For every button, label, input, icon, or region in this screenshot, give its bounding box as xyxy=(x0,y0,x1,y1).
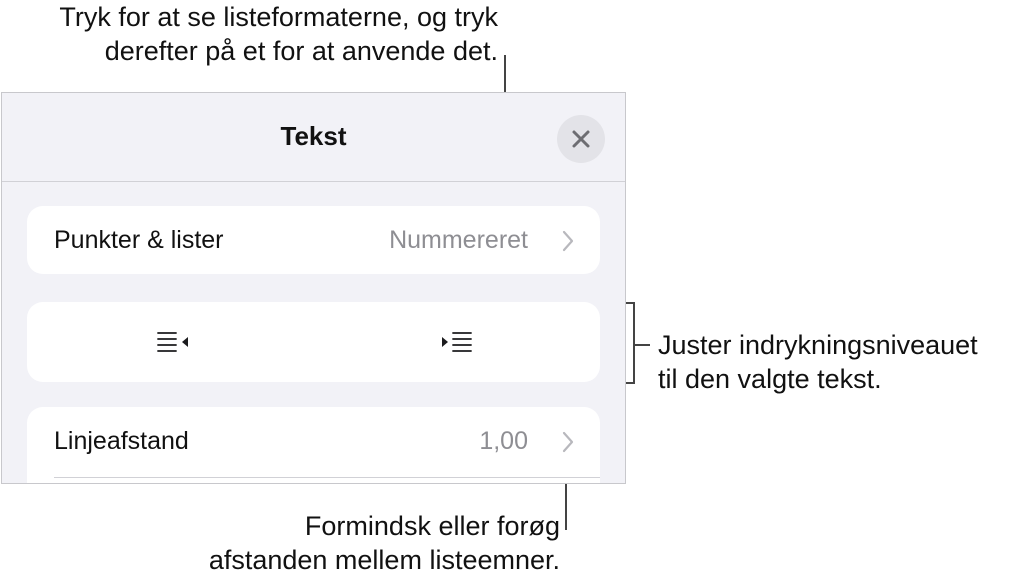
decrease-indent-icon xyxy=(157,332,188,352)
row-divider xyxy=(54,477,600,478)
callout-bracket xyxy=(635,344,650,346)
increase-indent-icon xyxy=(442,332,472,352)
callout-list-formats: Tryk for at se listeformaterne, og tryk … xyxy=(59,0,498,68)
callout-bracket xyxy=(625,302,635,304)
line-spacing-row[interactable]: Linjeafstand 1,00 xyxy=(27,407,600,483)
xmark-icon xyxy=(572,130,590,148)
callout-bracket xyxy=(633,302,635,384)
callout-text-line: Tryk for at se listeformaterne, og tryk xyxy=(59,2,498,32)
panel-title: Tekst xyxy=(280,121,347,151)
callout-text-line: til den valgte tekst. xyxy=(658,364,882,394)
chevron-right-icon xyxy=(562,431,574,453)
callout-indent-level: Juster indrykningsniveauet til den valgt… xyxy=(658,328,978,396)
panel-header: Tekst xyxy=(2,93,625,182)
callout-text-line: afstanden mellem listeemner. xyxy=(208,545,560,575)
callout-text-line: Formindsk eller forøg xyxy=(304,511,560,541)
callout-text-line: Juster indrykningsniveauet xyxy=(658,330,978,360)
bullets-lists-value: Nummereret xyxy=(389,226,528,254)
bullets-lists-row[interactable]: Punkter & lister Nummereret xyxy=(27,206,600,274)
increase-indent-button[interactable] xyxy=(313,302,599,382)
decrease-indent-button[interactable] xyxy=(27,302,313,382)
bullets-lists-label: Punkter & lister xyxy=(54,226,224,254)
line-spacing-label: Linjeafstand xyxy=(54,427,189,455)
indent-controls-row xyxy=(27,302,600,382)
line-spacing-value: 1,00 xyxy=(479,427,528,455)
callout-bracket xyxy=(625,382,635,384)
close-button[interactable] xyxy=(557,115,605,163)
chevron-right-icon xyxy=(562,230,574,252)
text-format-panel: Tekst Punkter & lister Nummereret Linjea… xyxy=(1,92,626,484)
callout-text-line: derefter på et for at anvende det. xyxy=(104,36,498,66)
callout-line-spacing: Formindsk eller forøg afstanden mellem l… xyxy=(209,509,560,577)
